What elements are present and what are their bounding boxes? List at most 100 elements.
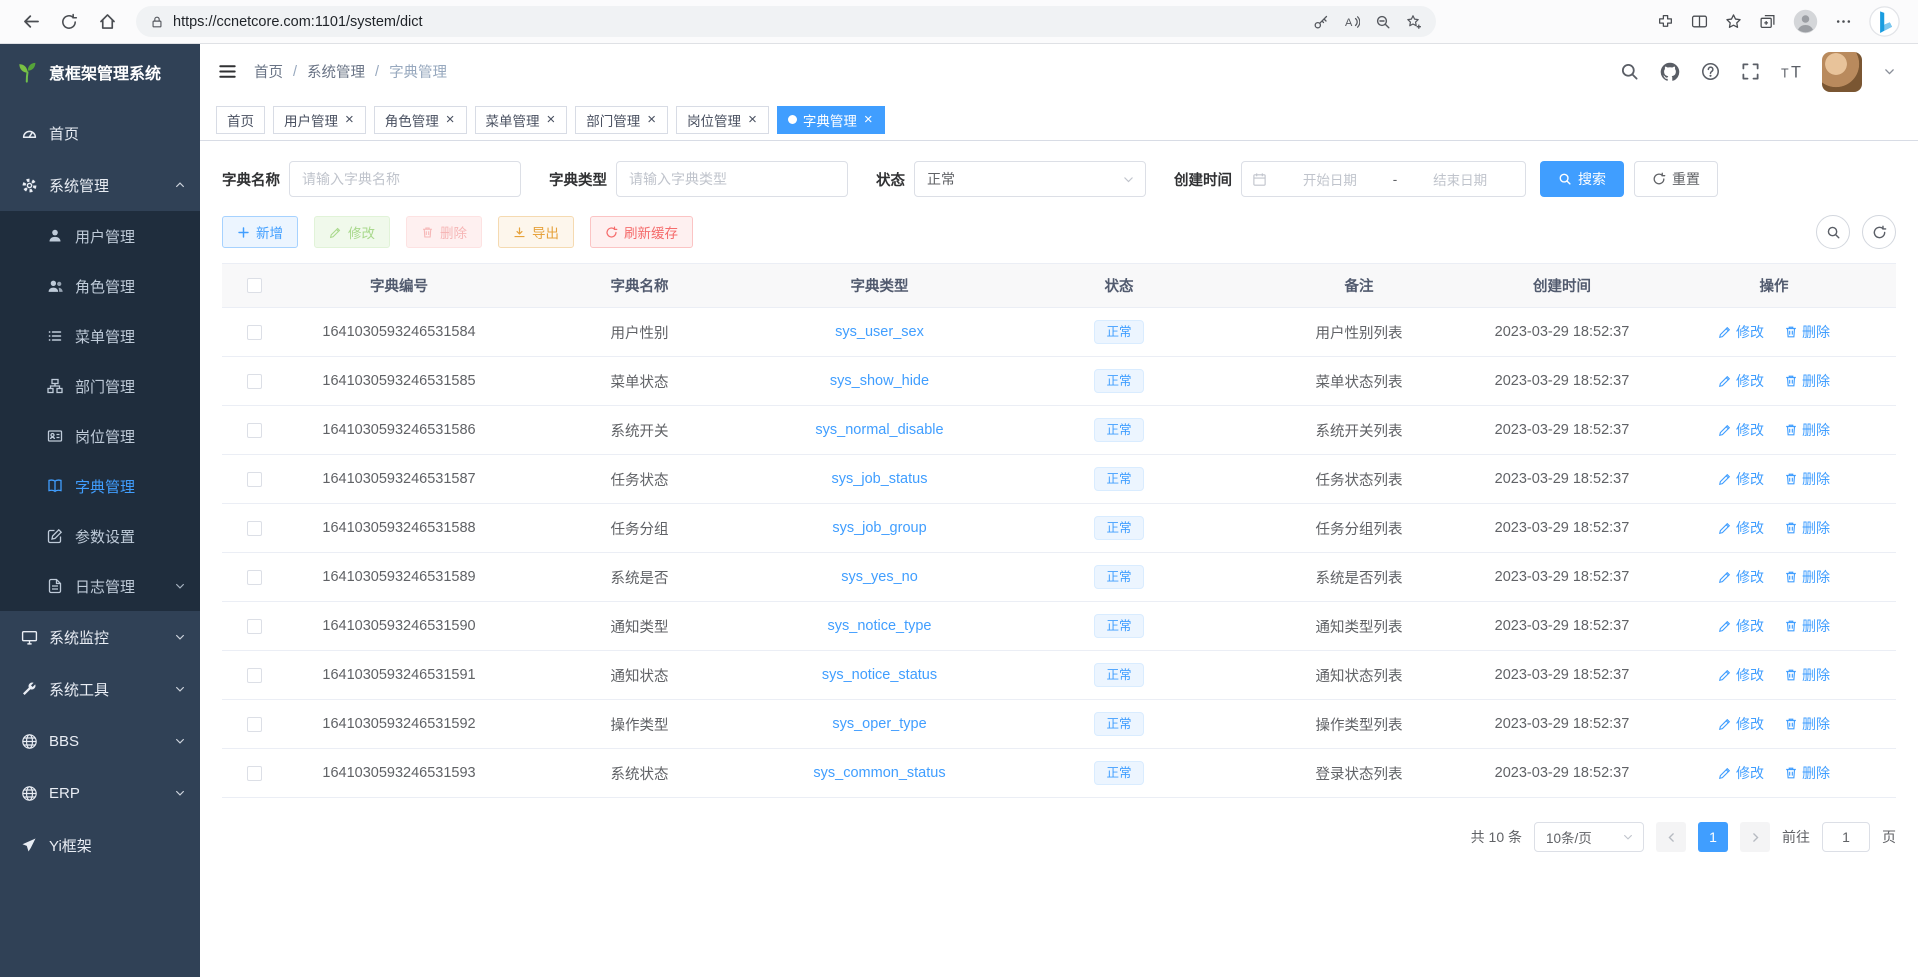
add-button[interactable]: 新增: [222, 216, 298, 248]
row-delete-button[interactable]: 删除: [1784, 469, 1830, 489]
export-button[interactable]: 导出: [498, 216, 574, 248]
row-checkbox[interactable]: [247, 472, 262, 487]
hamburger-icon[interactable]: [214, 59, 240, 85]
page-number-1[interactable]: 1: [1698, 822, 1728, 852]
row-delete-button[interactable]: 删除: [1784, 420, 1830, 440]
prev-page-button[interactable]: [1656, 822, 1686, 852]
read-aloud-icon[interactable]: A: [1344, 14, 1360, 30]
sidebar-item-menu[interactable]: 菜单管理: [0, 311, 200, 361]
row-checkbox[interactable]: [247, 521, 262, 536]
row-delete-button[interactable]: 删除: [1784, 567, 1830, 587]
row-checkbox[interactable]: [247, 717, 262, 732]
row-checkbox[interactable]: [247, 423, 262, 438]
home-icon[interactable]: [90, 5, 124, 39]
close-icon[interactable]: ×: [445, 112, 456, 127]
extensions-icon[interactable]: [1657, 13, 1674, 30]
select-all-checkbox[interactable]: [247, 278, 262, 293]
dict-type-link[interactable]: sys_oper_type: [832, 716, 926, 732]
row-delete-button[interactable]: 删除: [1784, 371, 1830, 391]
row-delete-button[interactable]: 删除: [1784, 616, 1830, 636]
sidebar-item-bbs[interactable]: BBS: [0, 715, 200, 767]
row-checkbox[interactable]: [247, 766, 262, 781]
dict-name-input[interactable]: [289, 161, 521, 197]
breadcrumb-item-system[interactable]: 系统管理: [307, 61, 365, 82]
sidebar-item-user[interactable]: 用户管理: [0, 211, 200, 261]
tab-menu[interactable]: 菜单管理×: [475, 106, 568, 134]
row-checkbox[interactable]: [247, 619, 262, 634]
tab-dict[interactable]: 字典管理×: [777, 106, 885, 134]
row-checkbox[interactable]: [247, 374, 262, 389]
row-checkbox[interactable]: [247, 570, 262, 585]
row-edit-button[interactable]: 修改: [1718, 714, 1764, 734]
sidebar-item-log[interactable]: 日志管理: [0, 561, 200, 611]
sidebar-item-param[interactable]: 参数设置: [0, 511, 200, 561]
row-edit-button[interactable]: 修改: [1718, 665, 1764, 685]
sidebar-item-system[interactable]: 系统管理: [0, 159, 200, 211]
dict-type-link[interactable]: sys_job_status: [832, 471, 928, 487]
browser-menu-dots-icon[interactable]: [1835, 13, 1852, 30]
back-icon[interactable]: [14, 5, 48, 39]
status-select[interactable]: 正常: [914, 161, 1146, 197]
row-delete-button[interactable]: 删除: [1784, 714, 1830, 734]
address-bar[interactable]: https://ccnetcore.com:1101/system/dict A: [136, 6, 1436, 37]
row-edit-button[interactable]: 修改: [1718, 763, 1764, 783]
breadcrumb-item-home[interactable]: 首页: [254, 61, 283, 82]
goto-page-input[interactable]: [1822, 822, 1870, 852]
sidebar-item-home[interactable]: 首页: [0, 107, 200, 159]
tab-dept[interactable]: 部门管理×: [575, 106, 668, 134]
sidebar-item-post[interactable]: 岗位管理: [0, 411, 200, 461]
refresh-table-icon[interactable]: [1862, 215, 1896, 249]
sidebar-item-dept[interactable]: 部门管理: [0, 361, 200, 411]
close-icon[interactable]: ×: [546, 112, 557, 127]
page-size-select[interactable]: 10条/页: [1534, 822, 1644, 852]
dict-type-link[interactable]: sys_job_group: [832, 520, 926, 536]
reset-button[interactable]: 重置: [1634, 161, 1718, 197]
dict-type-link[interactable]: sys_normal_disable: [815, 422, 943, 438]
github-icon[interactable]: [1660, 62, 1680, 82]
collections-icon[interactable]: [1759, 13, 1776, 30]
dict-type-link[interactable]: sys_show_hide: [830, 373, 929, 389]
row-edit-button[interactable]: 修改: [1718, 616, 1764, 636]
row-edit-button[interactable]: 修改: [1718, 420, 1764, 440]
search-button[interactable]: 搜索: [1540, 161, 1624, 197]
close-icon[interactable]: ×: [646, 112, 657, 127]
row-edit-button[interactable]: 修改: [1718, 469, 1764, 489]
row-edit-button[interactable]: 修改: [1718, 371, 1764, 391]
tab-user[interactable]: 用户管理×: [273, 106, 366, 134]
row-delete-button[interactable]: 删除: [1784, 665, 1830, 685]
add-favorite-star-icon[interactable]: [1406, 14, 1422, 30]
row-edit-button[interactable]: 修改: [1718, 567, 1764, 587]
row-edit-button[interactable]: 修改: [1718, 518, 1764, 538]
row-checkbox[interactable]: [247, 325, 262, 340]
row-checkbox[interactable]: [247, 668, 262, 683]
close-icon[interactable]: ×: [863, 112, 874, 127]
row-edit-button[interactable]: 修改: [1718, 322, 1764, 342]
delete-button[interactable]: 删除: [406, 216, 482, 248]
next-page-button[interactable]: [1740, 822, 1770, 852]
dict-type-link[interactable]: sys_yes_no: [841, 569, 918, 585]
zoom-out-icon[interactable]: [1375, 14, 1391, 30]
sidebar-item-dict[interactable]: 字典管理: [0, 461, 200, 511]
dict-type-link[interactable]: sys_notice_status: [822, 667, 937, 683]
password-key-icon[interactable]: [1313, 14, 1329, 30]
app-logo[interactable]: 意框架管理系统: [0, 44, 200, 99]
tab-role[interactable]: 角色管理×: [374, 106, 467, 134]
row-delete-button[interactable]: 删除: [1784, 322, 1830, 342]
sidebar-item-monitor[interactable]: 系统监控: [0, 611, 200, 663]
tab-home[interactable]: 首页: [216, 106, 265, 134]
tab-post[interactable]: 岗位管理×: [676, 106, 769, 134]
dict-type-link[interactable]: sys_common_status: [813, 765, 945, 781]
dict-type-link[interactable]: sys_notice_type: [828, 618, 932, 634]
reload-icon[interactable]: [52, 5, 86, 39]
font-size-icon[interactable]: TT: [1781, 62, 1801, 82]
user-avatar[interactable]: [1822, 52, 1862, 92]
sidebar-item-erp[interactable]: ERP: [0, 767, 200, 819]
sidebar-item-tools[interactable]: 系统工具: [0, 663, 200, 715]
browser-profile-avatar[interactable]: [1793, 9, 1818, 34]
row-delete-button[interactable]: 删除: [1784, 518, 1830, 538]
toggle-search-icon[interactable]: [1816, 215, 1850, 249]
row-delete-button[interactable]: 删除: [1784, 763, 1830, 783]
close-icon[interactable]: ×: [344, 112, 355, 127]
split-screen-icon[interactable]: [1691, 13, 1708, 30]
bing-copilot-icon[interactable]: [1869, 6, 1900, 37]
